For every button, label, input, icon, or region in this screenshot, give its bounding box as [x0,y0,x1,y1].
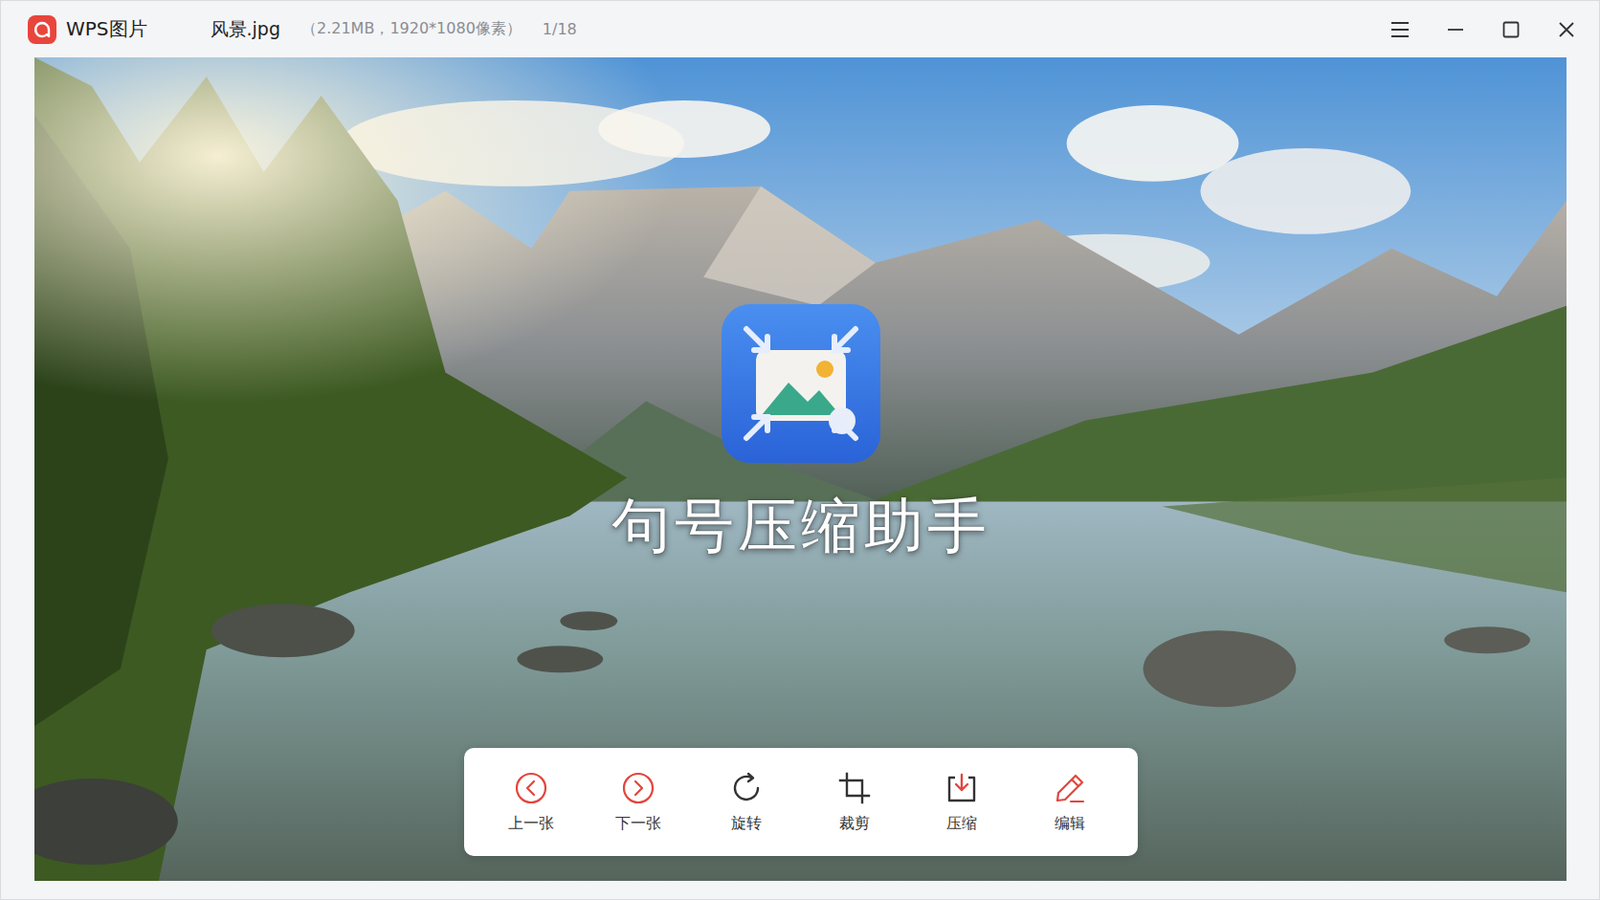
wps-logo-icon [27,15,57,45]
prev-button[interactable]: 上一张 [492,770,570,835]
compress-icon [943,770,980,807]
edit-button[interactable]: 编辑 [1031,770,1109,835]
toolbar-label: 旋转 [731,814,762,835]
toolbar-label: 压缩 [946,814,978,835]
maximize-button[interactable] [1499,18,1523,42]
toolbar-label: 裁剪 [839,814,870,835]
toolbar-label: 上一张 [508,814,555,835]
close-icon [1556,20,1577,40]
minimize-icon [1445,20,1466,40]
title-bar: WPS图片 风景.jpg （2.21MB，1920*1080像素） 1/18 [0,0,1600,58]
chevron-right-icon [620,770,657,807]
window-controls [1388,18,1578,42]
watermark-text: 句号压缩助手 [611,486,991,567]
watermark: 句号压缩助手 [34,302,1567,567]
image-stage: 句号压缩助手上一张 下一张 旋转 裁剪 压缩 编辑 [0,57,1600,900]
image-toolbar: 上一张 下一张 旋转 裁剪 压缩 编辑 [464,748,1138,857]
menu-icon [1390,21,1410,39]
next-button[interactable]: 下一张 [600,770,677,835]
minimize-button[interactable] [1444,18,1467,42]
app-title: WPS图片 [66,16,148,43]
crop-button[interactable]: 裁剪 [816,770,893,835]
compress-app-icon [719,302,883,466]
file-info: （2.21MB，1920*1080像素） [301,19,522,40]
chevron-left-icon [512,770,550,807]
maximize-icon [1501,20,1521,40]
pencil-icon [1051,770,1089,807]
rotate-button[interactable]: 旋转 [708,770,785,835]
menu-button[interactable] [1388,18,1412,42]
rotate-icon [728,770,765,807]
close-button[interactable] [1555,18,1578,42]
image-counter: 1/18 [542,20,578,39]
compress-button[interactable]: 压缩 [923,770,1000,835]
file-name: 风景.jpg [210,17,281,43]
toolbar-label: 下一张 [615,814,662,835]
logo-mark-icon [32,20,52,40]
crop-icon [836,770,873,807]
landscape-photo: 句号压缩助手上一张 下一张 旋转 裁剪 压缩 编辑 [34,57,1567,882]
toolbar-label: 编辑 [1054,814,1086,835]
